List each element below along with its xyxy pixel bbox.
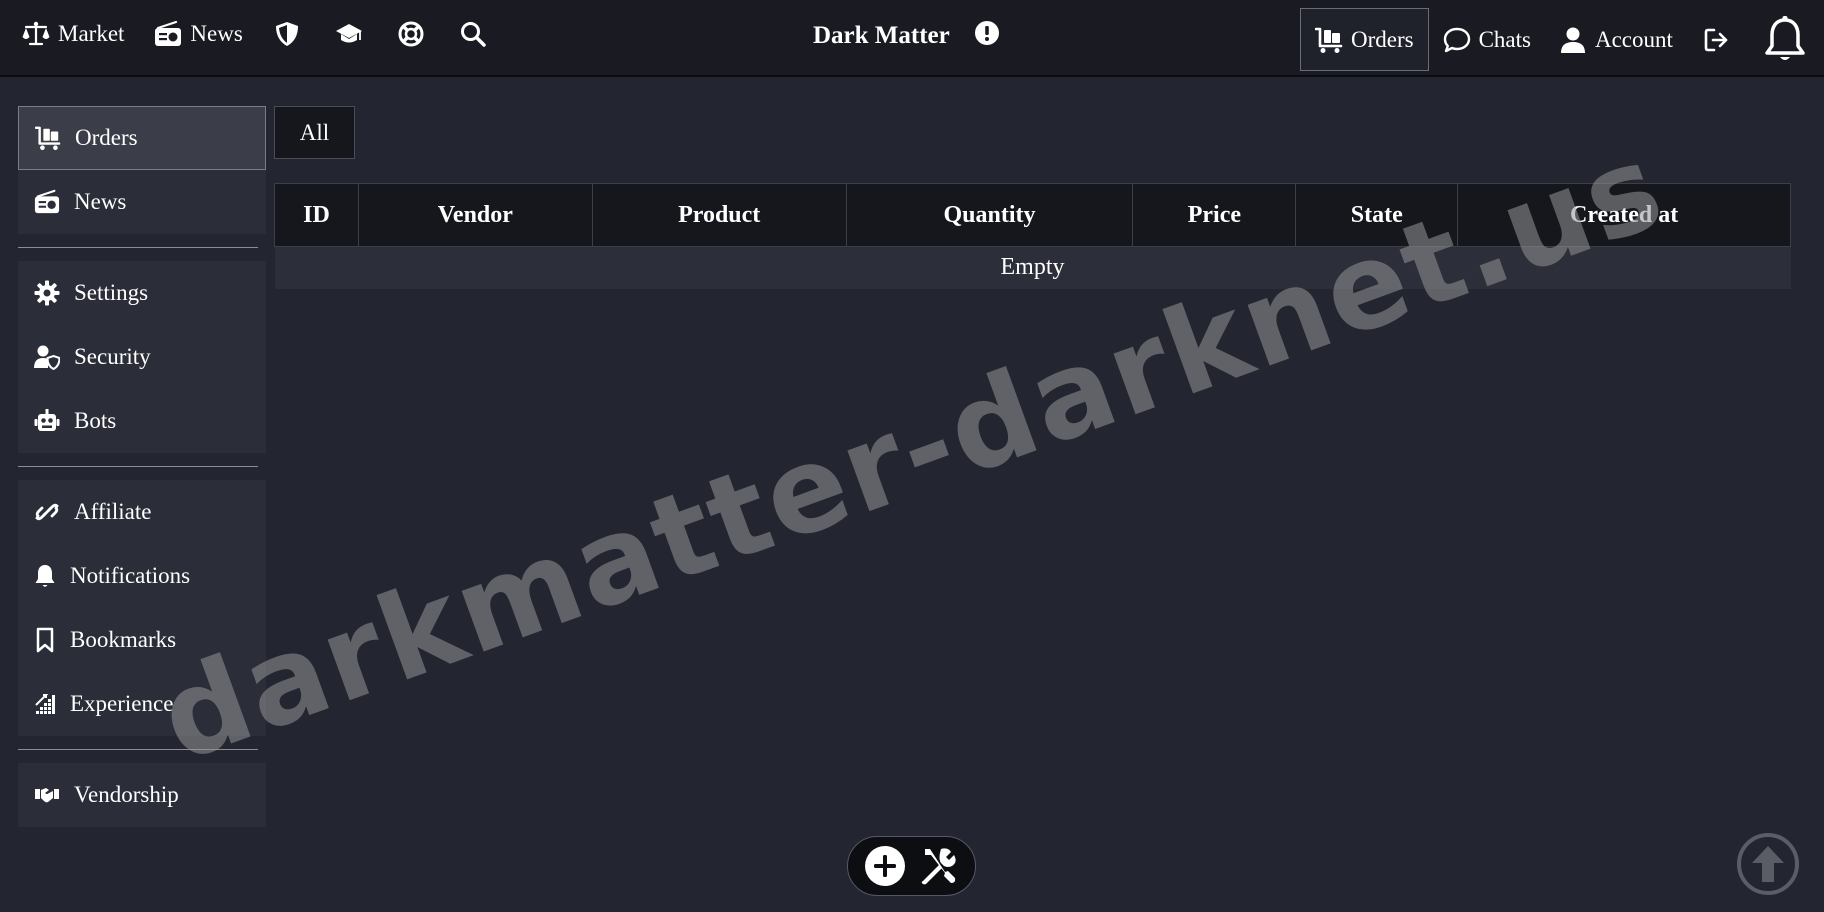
nav-market-label: Market [58,21,125,46]
sidebar-item-label: Orders [75,125,138,150]
brand-title: Dark Matter [813,22,950,49]
sidebar-item-settings[interactable]: Settings [18,261,266,325]
sidebar-group-primary: Orders News [18,106,266,234]
floating-action-group [847,836,976,896]
table-header-row: ID Vendor Product Quantity Price State C… [274,183,1791,247]
gear-icon [34,280,60,306]
nav-chats-label: Chats [1478,26,1531,52]
sidebar-divider [18,466,258,467]
comment-icon [1443,26,1471,54]
cart-flatbed-icon [1315,26,1343,54]
exclamation-circle-icon[interactable] [974,20,1000,46]
sidebar-item-label: Bookmarks [70,627,177,652]
robot-icon [34,408,60,434]
bookmark-icon [34,627,56,653]
orders-table: ID Vendor Product Quantity Price State C… [274,183,1791,289]
sidebar-item-vendorship[interactable]: Vendorship [18,763,266,827]
shield-icon [273,20,301,48]
nav-support[interactable] [397,20,425,48]
column-header-quantity[interactable]: Quantity [845,183,1134,247]
graduation-cap-icon [335,20,363,48]
sidebar-item-label: News [74,189,127,214]
sidebar-group-extra: Affiliate Notifications Bookmarks Experi… [18,480,266,736]
sidebar-item-label: Notifications [70,563,191,588]
bell-icon [1763,15,1807,65]
user-shield-icon [34,344,60,370]
nav-logout[interactable] [1687,8,1749,71]
radio-icon [154,20,182,48]
nav-left: Market News [22,20,521,48]
sidebar-item-bookmarks[interactable]: Bookmarks [18,608,266,672]
column-header-price[interactable]: Price [1132,183,1297,247]
sidebar: Orders News Settings Security Bots Affil… [18,106,266,827]
sidebar-item-affiliate[interactable]: Affiliate [18,480,266,544]
sidebar-item-label: Settings [74,280,149,305]
arrow-up-circle-icon[interactable] [1736,832,1800,896]
sidebar-item-bots[interactable]: Bots [18,389,266,453]
column-header-created-at[interactable]: Created at [1457,183,1791,247]
sidebar-group-vendor: Vendorship [18,763,266,827]
filter-all-button[interactable]: All [274,106,355,159]
column-header-product[interactable]: Product [591,183,847,247]
table-row: Empty [274,246,1791,289]
nav-notifications[interactable] [1749,8,1821,71]
brand[interactable]: Dark Matter [813,20,1000,50]
nav-orders[interactable]: Orders [1300,8,1429,71]
sidebar-item-notifications[interactable]: Notifications [18,544,266,608]
sidebar-item-orders[interactable]: Orders [18,106,266,170]
sidebar-divider [18,247,258,248]
user-icon [1559,26,1587,54]
radio-icon [34,189,60,215]
nav-education[interactable] [335,20,363,48]
cart-flatbed-icon [35,125,61,151]
nav-right: Orders Chats Account [1300,8,1821,71]
sidebar-item-label: Experience [70,691,174,716]
chart-icon [34,691,56,717]
sidebar-item-label: Vendorship [74,782,179,807]
sidebar-divider [18,749,258,750]
nav-account[interactable]: Account [1545,8,1687,71]
sidebar-item-news[interactable]: News [18,170,266,234]
bell-icon [34,563,56,589]
nav-search[interactable] [459,20,487,48]
sidebar-item-label: Affiliate [74,499,152,524]
logout-icon [1703,26,1731,54]
scale-icon [22,20,50,48]
sidebar-item-label: Bots [74,408,117,433]
handshake-icon [34,782,60,808]
column-header-state[interactable]: State [1295,183,1459,247]
plus-circle-icon[interactable] [864,845,906,887]
search-icon [459,20,487,48]
lifebuoy-icon [397,20,425,48]
nav-account-label: Account [1594,26,1673,52]
nav-orders-label: Orders [1351,26,1414,52]
sidebar-group-account: Settings Security Bots [18,261,266,453]
sidebar-item-security[interactable]: Security [18,325,266,389]
sidebar-item-label: Security [74,344,151,369]
sidebar-item-experience[interactable]: Experience [18,672,266,736]
nav-news[interactable]: News [154,20,243,48]
tools-icon[interactable] [917,845,959,887]
empty-state-text: Empty [274,246,1791,289]
column-header-id[interactable]: ID [274,183,359,247]
nav-news-label: News [190,21,243,46]
column-header-vendor[interactable]: Vendor [357,183,593,247]
nav-market[interactable]: Market [22,20,124,48]
nav-chats[interactable]: Chats [1429,8,1545,71]
link-icon [34,499,60,525]
nav-shield[interactable] [273,20,301,48]
top-navbar: Market News Dark Matter Orders Chats Acc… [0,0,1824,77]
